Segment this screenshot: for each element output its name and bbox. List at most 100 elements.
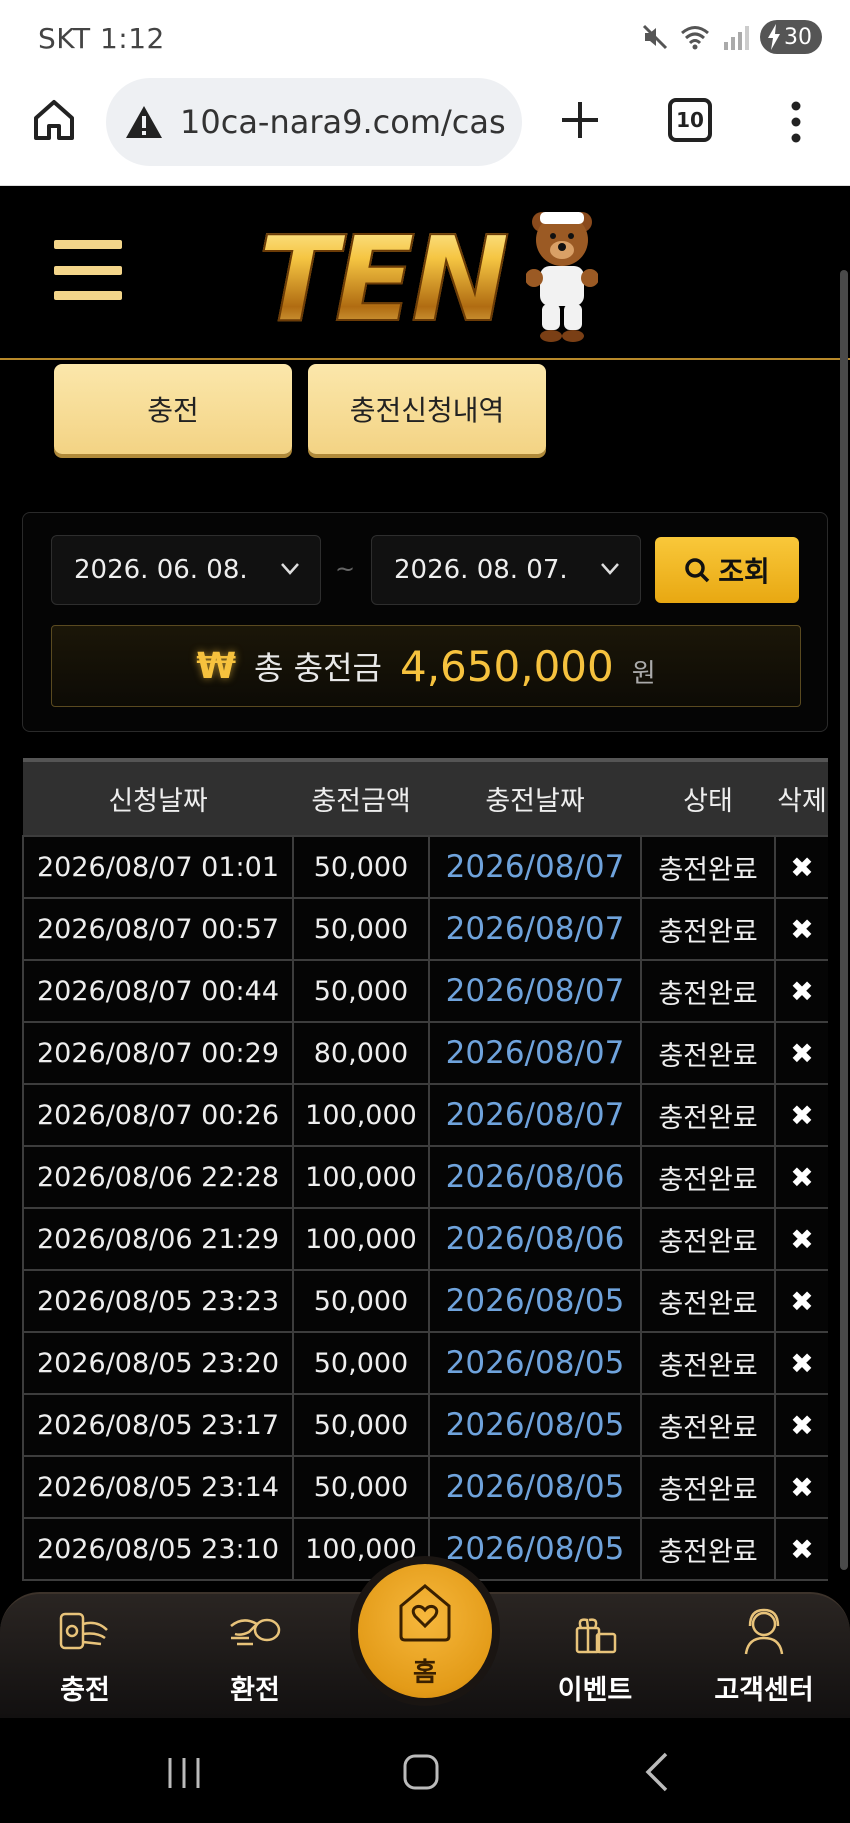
request-datetime: 2026/08/07 00:57 [22, 897, 294, 961]
charge-date: 2026/08/07 [428, 1083, 642, 1147]
delete-icon[interactable]: ✖ [774, 959, 828, 1023]
request-datetime: 2026/08/07 00:26 [22, 1083, 294, 1147]
bear-mascot-icon [526, 212, 598, 342]
request-datetime: 2026/08/07 00:44 [22, 959, 294, 1023]
request-datetime: 2026/08/05 23:10 [22, 1517, 294, 1581]
status-text: 충전완료 [640, 1517, 776, 1581]
end-date-select[interactable]: 2026. 08. 07. [371, 535, 641, 605]
header-request-date: 신청날짜 [108, 786, 208, 817]
table-row: 2026/08/05 23:20 50,000 2026/08/05 충전완료 ✖ [22, 1331, 828, 1395]
table-row: 2026/08/05 23:14 50,000 2026/08/05 충전완료 ✖ [22, 1455, 828, 1519]
request-datetime: 2026/08/05 23:23 [22, 1269, 294, 1333]
nav-exchange[interactable]: 환전 [175, 1594, 335, 1720]
charge-amount: 50,000 [292, 1269, 430, 1333]
recent-apps-icon[interactable] [160, 1748, 208, 1796]
total-unit: 원 [631, 658, 656, 689]
hamburger-menu-icon[interactable] [54, 240, 122, 300]
charge-amount: 50,000 [292, 1455, 430, 1519]
delete-icon[interactable]: ✖ [774, 1393, 828, 1457]
screen: SKT 1:12 30 10ca-nara9.com/cas 10 TEN 충전… [0, 0, 850, 1823]
back-icon[interactable] [634, 1748, 682, 1796]
charge-date: 2026/08/05 [428, 1517, 642, 1581]
more-menu-icon[interactable] [782, 98, 810, 146]
request-datetime: 2026/08/07 00:29 [22, 1021, 294, 1085]
date-range-separator: ~ [335, 555, 356, 583]
nav-support-label: 고객센터 [714, 1675, 814, 1706]
nav-event[interactable]: 이벤트 [515, 1594, 675, 1720]
delete-icon[interactable]: ✖ [774, 1269, 828, 1333]
charge-hand-icon [59, 1612, 108, 1650]
delete-icon[interactable]: ✖ [774, 1207, 828, 1271]
charge-date: 2026/08/05 [428, 1393, 642, 1457]
chevron-down-icon [281, 563, 299, 575]
header-charge-amount: 충전금액 [311, 786, 411, 817]
table-header-row: 신청날짜 충전금액 충전날짜 상태 삭제 [23, 760, 828, 836]
total-amount: 4,650,000 [399, 641, 614, 691]
request-datetime: 2026/08/06 21:29 [22, 1207, 294, 1271]
site-header: TEN [0, 186, 850, 360]
charge-amount: 50,000 [292, 835, 430, 899]
header-delete: 삭제 [777, 786, 827, 817]
support-headset-icon [744, 1608, 784, 1655]
tab-charge[interactable]: 충전 [54, 364, 292, 454]
charge-amount: 50,000 [292, 959, 430, 1023]
status-text: 충전완료 [640, 959, 776, 1023]
charge-date: 2026/08/05 [428, 1455, 642, 1519]
tab-charge-history[interactable]: 충전신청내역 [308, 364, 546, 454]
charge-amount: 100,000 [292, 1145, 430, 1209]
delete-icon[interactable]: ✖ [774, 1083, 828, 1147]
nav-home[interactable]: 홈 [358, 1564, 492, 1698]
start-date-select[interactable]: 2026. 06. 08. [51, 535, 321, 605]
system-navigation-bar [0, 1718, 850, 1823]
address-bar[interactable]: 10ca-nara9.com/cas [106, 78, 522, 166]
chevron-down-icon [601, 563, 619, 575]
delete-icon[interactable]: ✖ [774, 835, 828, 899]
nav-support[interactable]: 고객센터 [684, 1594, 844, 1720]
won-currency-icon: ₩ [196, 645, 237, 687]
request-datetime: 2026/08/05 23:20 [22, 1331, 294, 1395]
charging-bolt-icon [768, 24, 780, 50]
request-datetime: 2026/08/05 23:14 [22, 1455, 294, 1519]
charge-date: 2026/08/06 [428, 1207, 642, 1271]
request-datetime: 2026/08/07 01:01 [22, 835, 294, 899]
charge-amount: 50,000 [292, 897, 430, 961]
nav-exchange-label: 환전 [230, 1675, 280, 1706]
status-text: 충전완료 [640, 1455, 776, 1519]
end-date-value: 2026. 08. 07. [394, 555, 568, 585]
charge-date: 2026/08/06 [428, 1145, 642, 1209]
header-charge-date: 충전날짜 [485, 786, 585, 817]
table-row: 2026/08/07 00:26 100,000 2026/08/07 충전완료 ✖ [22, 1083, 828, 1147]
exchange-hand-icon [230, 1618, 281, 1646]
delete-icon[interactable]: ✖ [774, 1331, 828, 1395]
page-scrollbar[interactable] [840, 270, 848, 1570]
charge-amount: 80,000 [292, 1021, 430, 1085]
browser-home-icon[interactable] [32, 98, 76, 142]
tab-switcher-button[interactable]: 10 [668, 98, 712, 142]
charge-date: 2026/08/05 [428, 1269, 642, 1333]
filter-panel: 2026. 06. 08. ~ 2026. 08. 07. 조회 ₩ 총 충전금… [22, 512, 828, 732]
table-row: 2026/08/07 00:29 80,000 2026/08/07 충전완료 ✖ [22, 1021, 828, 1085]
status-bar: SKT 1:12 30 [0, 0, 850, 72]
status-text: 충전완료 [640, 1021, 776, 1085]
delete-icon[interactable]: ✖ [774, 1021, 828, 1085]
delete-icon[interactable]: ✖ [774, 1517, 828, 1581]
charge-date: 2026/08/07 [428, 835, 642, 899]
status-time: SKT 1:12 [38, 22, 165, 55]
home-button-icon[interactable] [397, 1748, 445, 1796]
request-datetime: 2026/08/05 23:17 [22, 1393, 294, 1457]
delete-icon[interactable]: ✖ [774, 1145, 828, 1209]
wifi-icon [681, 26, 709, 50]
delete-icon[interactable]: ✖ [774, 1455, 828, 1519]
charge-date: 2026/08/07 [428, 897, 642, 961]
browser-toolbar: 10ca-nara9.com/cas 10 [0, 72, 850, 186]
charge-amount: 100,000 [292, 1207, 430, 1271]
search-button[interactable]: 조회 [655, 537, 799, 603]
warning-icon [126, 106, 162, 138]
charge-date: 2026/08/07 [428, 1021, 642, 1085]
brand-logo[interactable]: TEN [257, 204, 598, 349]
new-tab-icon[interactable] [556, 96, 604, 144]
table-row: 2026/08/07 01:01 50,000 2026/08/07 충전완료 ✖ [22, 835, 828, 899]
charge-amount: 50,000 [292, 1331, 430, 1395]
nav-charge[interactable]: 충전 [5, 1594, 165, 1720]
delete-icon[interactable]: ✖ [774, 897, 828, 961]
